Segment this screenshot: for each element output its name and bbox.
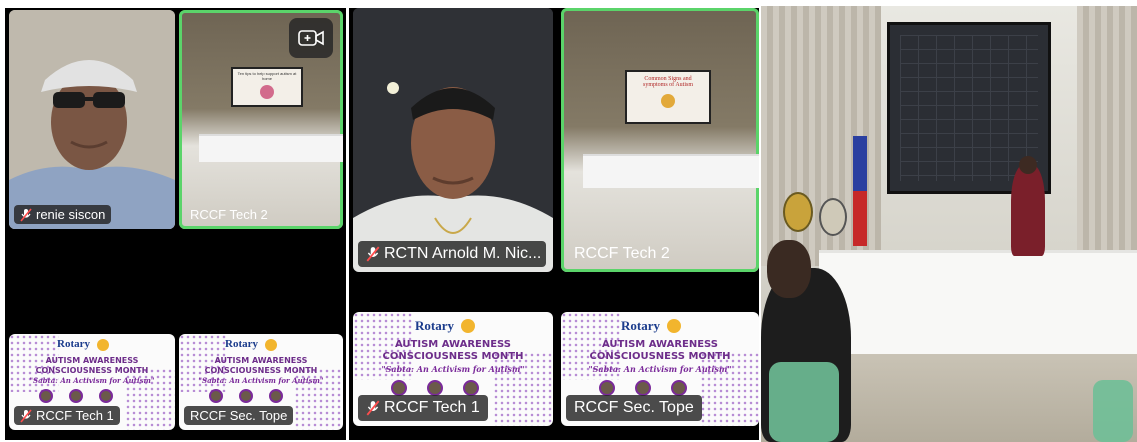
poster-subtitle: "Sabta: An Activism for Autism" xyxy=(381,364,525,374)
poster-title: AUTISM AWARENESS xyxy=(214,356,308,365)
table xyxy=(199,134,343,162)
participant-video-arnold xyxy=(353,8,553,272)
name-tag: RCCF Sec. Tope xyxy=(184,406,294,425)
participant-video-renie xyxy=(9,10,175,229)
participant-name: RCCF Sec. Tope xyxy=(190,408,288,423)
name-tag: RCCF Tech 1 xyxy=(358,395,488,421)
name-tag: renie siscon xyxy=(14,205,112,224)
muted-mic-icon xyxy=(20,408,32,423)
rotary-wheel-icon xyxy=(97,339,109,351)
gallery-panel-middle: RCTN Arnold M. Nic... Common Signs and s… xyxy=(349,8,759,440)
muted-mic-icon xyxy=(20,207,32,222)
rotary-logo-text: Rotary xyxy=(415,318,454,333)
table xyxy=(583,154,759,188)
name-tag: RCCF Tech 2 xyxy=(184,205,274,224)
green-chair xyxy=(769,362,839,442)
poster-subtitle: "Sabta: An Activism for Autism" xyxy=(588,364,732,374)
participant-name: RCCF Tech 2 xyxy=(190,207,268,222)
video-tile-rctn-arnold[interactable]: RCTN Arnold M. Nic... xyxy=(353,8,553,272)
participant-name: RCCF Tech 2 xyxy=(574,245,670,262)
slide-title-line2: symptoms of Autism xyxy=(642,82,693,88)
projection-screen: Common Signs and symptoms of Autism xyxy=(625,70,711,124)
gallery-panel-left: renie siscon Ten tips to help support au… xyxy=(5,8,346,440)
participant-name: RCCF Tech 1 xyxy=(36,408,114,423)
participant-name: RCTN Arnold M. Nic... xyxy=(384,245,542,262)
video-tile-renie-siscon[interactable]: renie siscon xyxy=(9,10,175,229)
name-tag: RCCF Sec. Tope xyxy=(566,395,702,421)
poster-title: AUTISM AWARENESS xyxy=(45,356,139,365)
rotary-wheel-icon xyxy=(265,339,277,351)
video-tile-rccf-tech-1[interactable]: Rotary AUTISM AWARENESS CONSCIOUSNESS MO… xyxy=(9,334,175,430)
video-tile-rccf-sec-tope-mid[interactable]: Rotary AUTISM AWARENESS CONSCIOUSNESS MO… xyxy=(561,312,759,426)
name-tag: RCCF Tech 2 xyxy=(566,241,678,267)
poster-title-2: CONSCIOUSNESS MONTH xyxy=(382,351,524,362)
rotary-logo-text: Rotary xyxy=(57,338,90,350)
flag xyxy=(853,136,867,246)
video-camera-icon[interactable] xyxy=(289,18,333,58)
name-tag: RCCF Tech 1 xyxy=(14,406,120,425)
speaker xyxy=(1011,164,1045,256)
poster-title: AUTISM AWARENESS xyxy=(601,339,719,350)
event-photo xyxy=(761,6,1137,442)
video-tile-rccf-sec-tope[interactable]: Rotary AUTISM AWARENESS CONSCIOUSNESS MO… xyxy=(179,334,343,430)
poster-subtitle: "Sabta: An Activism for Autism" xyxy=(198,376,324,385)
video-tile-rccf-tech-1-mid[interactable]: Rotary AUTISM AWARENESS CONSCIOUSNESS MO… xyxy=(353,312,553,426)
participant-name: RCCF Tech 1 xyxy=(384,399,480,416)
muted-mic-icon xyxy=(366,246,380,262)
participant-name: RCCF Sec. Tope xyxy=(574,399,694,416)
poster-title-2: CONSCIOUSNESS MONTH xyxy=(35,366,149,375)
slide-title-line1: Common Signs and xyxy=(644,76,692,82)
projection-screen: Ten tips to help support autism at home xyxy=(231,67,303,107)
poster-title-2: CONSCIOUSNESS MONTH xyxy=(589,351,731,362)
muted-mic-icon xyxy=(366,400,380,416)
poster-subtitle: "Sabta: An Activism for Autism" xyxy=(29,376,155,385)
poster-title: AUTISM AWARENESS xyxy=(394,339,512,350)
seal-icon xyxy=(819,198,847,236)
rotary-wheel-icon xyxy=(461,319,475,333)
name-tag: RCTN Arnold M. Nic... xyxy=(358,241,546,267)
curtain xyxy=(1077,6,1137,266)
slide-title: Ten tips to help support autism at home xyxy=(237,71,297,81)
green-chair xyxy=(1093,380,1133,442)
poster-title-2: CONSCIOUSNESS MONTH xyxy=(204,366,318,375)
seal-icon xyxy=(783,192,813,232)
rotary-logo-text: Rotary xyxy=(225,338,258,350)
video-tile-rccf-tech-2-mid[interactable]: Common Signs and symptoms of Autism RCCF… xyxy=(561,8,759,272)
table xyxy=(819,250,1137,354)
video-tile-rccf-tech-2[interactable]: Ten tips to help support autism at home … xyxy=(179,10,343,229)
participant-name: renie siscon xyxy=(36,207,106,222)
rotary-logo-text: Rotary xyxy=(621,318,660,333)
rotary-wheel-icon xyxy=(667,319,681,333)
